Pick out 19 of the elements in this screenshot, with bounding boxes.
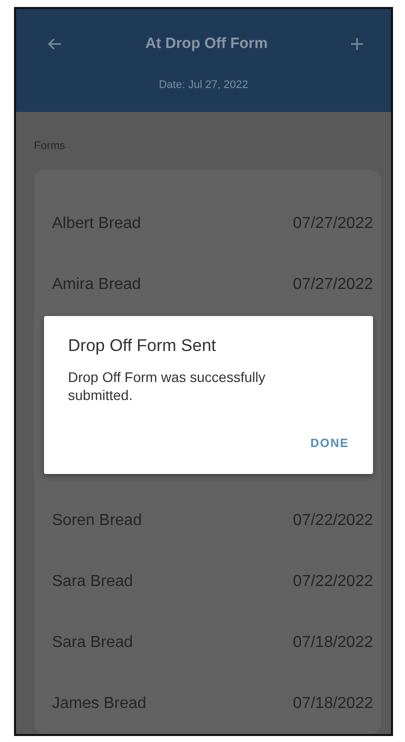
form-name: Sara Bread <box>52 572 133 590</box>
form-name: Soren Bread <box>52 512 142 530</box>
done-button[interactable]: DONE <box>310 432 349 454</box>
form-name: Amira Bread <box>52 276 141 294</box>
form-name: Albert Bread <box>52 215 141 234</box>
back-icon[interactable] <box>46 36 64 52</box>
form-date: 07/22/2022 <box>292 512 373 530</box>
dialog-message: Drop Off Form was successfully submitted. <box>68 368 266 404</box>
form-name: James Bread <box>52 694 146 712</box>
date-subtitle: Date: Jul 27, 2022 <box>158 79 248 91</box>
form-date: 07/27/2022 <box>292 276 373 294</box>
form-name: Sara Bread <box>52 634 133 652</box>
form-date: 07/27/2022 <box>292 215 373 234</box>
screen-title: At Drop Off Form <box>145 35 268 52</box>
form-date: 07/22/2022 <box>292 572 373 590</box>
dialog-title: Drop Off Form Sent <box>68 336 218 356</box>
form-date: 07/18/2022 <box>292 634 373 652</box>
form-date: 07/18/2022 <box>292 694 373 712</box>
add-icon[interactable] <box>348 36 365 52</box>
